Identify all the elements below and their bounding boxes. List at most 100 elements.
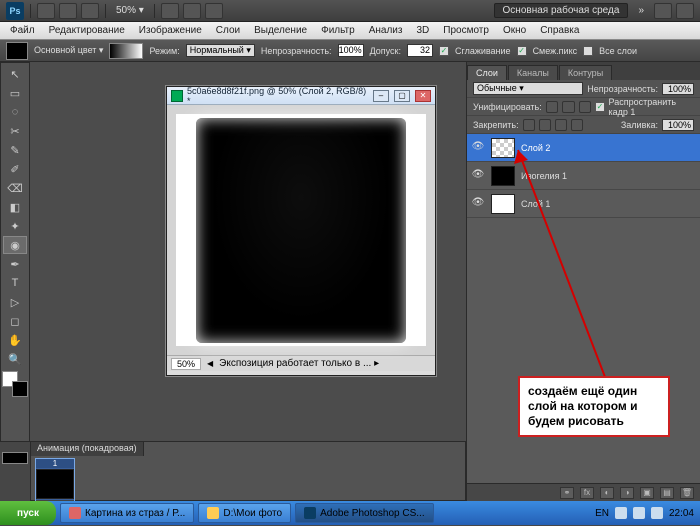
contiguous-checkbox[interactable]: ✓ bbox=[517, 46, 527, 56]
menu-file[interactable]: Файл bbox=[4, 23, 41, 38]
tab-paths[interactable]: Контуры bbox=[559, 65, 612, 80]
menu-filter[interactable]: Фильтр bbox=[315, 23, 361, 38]
lock-pos-icon[interactable] bbox=[555, 119, 567, 131]
fill-input[interactable]: 100% bbox=[662, 119, 694, 131]
background-swatch[interactable] bbox=[12, 381, 28, 397]
lock-all-icon[interactable] bbox=[571, 119, 583, 131]
mask-icon[interactable]: ◐ bbox=[600, 487, 614, 499]
layer-opacity-input[interactable]: 100% bbox=[662, 83, 694, 95]
lang-indicator[interactable]: EN bbox=[595, 508, 609, 519]
group-icon[interactable]: ▣ bbox=[640, 487, 654, 499]
tolerance-input[interactable]: 32 bbox=[407, 44, 433, 57]
tool-marquee[interactable]: ▭ bbox=[3, 84, 27, 102]
menu-view[interactable]: Просмотр bbox=[437, 23, 495, 38]
menu-3d[interactable]: 3D bbox=[410, 23, 435, 38]
adjustment-icon[interactable]: ◑ bbox=[620, 487, 634, 499]
visibility-icon[interactable]: 👁 bbox=[471, 169, 485, 183]
lock-pixels-icon[interactable] bbox=[539, 119, 551, 131]
layer-row[interactable]: 👁 Изогелия 1 bbox=[467, 162, 700, 190]
mode-label: Режим: bbox=[149, 46, 179, 56]
doc-maximize-icon[interactable]: ▢ bbox=[394, 90, 410, 102]
trash-icon[interactable]: 🗑 bbox=[680, 487, 694, 499]
tool-eyedrop[interactable]: ✎ bbox=[3, 141, 27, 159]
tool-eraser[interactable]: ⌫ bbox=[3, 179, 27, 197]
option-swatch[interactable] bbox=[6, 42, 28, 60]
visibility-icon[interactable]: 👁 bbox=[471, 197, 485, 211]
unify-style-icon[interactable] bbox=[579, 101, 592, 113]
bridge-icon[interactable] bbox=[37, 3, 55, 19]
alllayers-checkbox[interactable] bbox=[583, 46, 593, 56]
tool-brush[interactable]: ✐ bbox=[3, 160, 27, 178]
document-titlebar[interactable]: 5c0a6e8d8f21f.png @ 50% (Слой 2, RGB/8) … bbox=[167, 87, 435, 105]
propagate-checkbox[interactable]: ✓ bbox=[595, 102, 604, 112]
menu-edit[interactable]: Редактирование bbox=[43, 23, 131, 38]
tool-pen[interactable]: ✒ bbox=[3, 255, 27, 273]
fg-bg-swatches[interactable] bbox=[2, 371, 28, 397]
tool-zoom[interactable]: 🔍 bbox=[3, 350, 27, 368]
doc-minimize-icon[interactable]: – bbox=[373, 90, 389, 102]
mode-select[interactable]: Нормальный ▾ bbox=[186, 44, 255, 57]
toolbox: ↖ ▭ ◌ ✂ ✎ ✐ ⌫ ◧ ✦ ◉ ✒ T ▷ ◻ ✋ 🔍 bbox=[0, 62, 30, 442]
zoom-select[interactable]: 50% ▾ bbox=[112, 5, 148, 16]
restore-app-icon[interactable] bbox=[676, 3, 694, 19]
document-canvas[interactable] bbox=[167, 105, 435, 355]
tool-gradient[interactable]: ◧ bbox=[3, 198, 27, 216]
layer-name[interactable]: Слой 2 bbox=[521, 143, 696, 153]
tool-dodge[interactable]: ◉ bbox=[3, 236, 27, 254]
visibility-icon[interactable]: 👁 bbox=[471, 141, 485, 155]
menu-layers[interactable]: Слои bbox=[210, 23, 246, 38]
tray-icon[interactable] bbox=[633, 507, 645, 519]
layer-name[interactable]: Слой 1 bbox=[521, 199, 696, 209]
clock[interactable]: 22:04 bbox=[669, 508, 694, 519]
tool-move[interactable]: ↖ bbox=[3, 65, 27, 83]
color-swatch-left[interactable] bbox=[2, 452, 28, 464]
doc-zoom-input[interactable]: 50% bbox=[171, 358, 201, 370]
taskbar-item[interactable]: Картина из страз / Р... bbox=[60, 503, 194, 523]
doc-close-icon[interactable]: ✕ bbox=[415, 90, 431, 102]
start-button[interactable]: пуск bbox=[0, 501, 56, 525]
tab-layers[interactable]: Слои bbox=[467, 65, 507, 80]
tool-lasso[interactable]: ◌ bbox=[3, 103, 27, 121]
taskbar-item[interactable]: D:\Мои фото bbox=[198, 503, 291, 523]
menu-window[interactable]: Окно bbox=[497, 23, 532, 38]
blend-select[interactable]: Обычные ▾ bbox=[473, 82, 583, 95]
menu-help[interactable]: Справка bbox=[534, 23, 585, 38]
chevron-double-icon[interactable]: » bbox=[638, 5, 644, 16]
tool-text[interactable]: T bbox=[3, 274, 27, 292]
tool-blur[interactable]: ✦ bbox=[3, 217, 27, 235]
layer-name[interactable]: Изогелия 1 bbox=[521, 171, 696, 181]
tray-icon[interactable] bbox=[615, 507, 627, 519]
tool-path[interactable]: ▷ bbox=[3, 293, 27, 311]
rotate-icon[interactable] bbox=[183, 3, 201, 19]
tray-icon[interactable] bbox=[651, 507, 663, 519]
unify-vis-icon[interactable] bbox=[562, 101, 575, 113]
animation-tab[interactable]: Анимация (покадровая) bbox=[31, 442, 144, 456]
workspace-switcher[interactable]: Основная рабочая среда bbox=[494, 3, 629, 18]
layout-icon[interactable] bbox=[59, 3, 77, 19]
gradient-swatch[interactable] bbox=[109, 43, 143, 59]
menu-select[interactable]: Выделение bbox=[248, 23, 313, 38]
new-layer-icon[interactable]: ▤ bbox=[660, 487, 674, 499]
taskbar-item[interactable]: Adobe Photoshop CS... bbox=[295, 503, 434, 523]
menu-analysis[interactable]: Анализ bbox=[363, 23, 409, 38]
menu-image[interactable]: Изображение bbox=[133, 23, 208, 38]
arrange-icon[interactable] bbox=[205, 3, 223, 19]
link-icon[interactable]: ⚭ bbox=[560, 487, 574, 499]
lock-trans-icon[interactable] bbox=[523, 119, 535, 131]
unify-pos-icon[interactable] bbox=[546, 101, 559, 113]
tool-hand[interactable]: ✋ bbox=[3, 331, 27, 349]
document-icon bbox=[171, 90, 183, 102]
tool-shape[interactable]: ◻ bbox=[3, 312, 27, 330]
layer-row[interactable]: 👁 Слой 1 bbox=[467, 190, 700, 218]
tab-channels[interactable]: Каналы bbox=[508, 65, 558, 80]
swatch-label[interactable]: Основной цвет ▾ bbox=[34, 45, 103, 56]
screen-icon[interactable] bbox=[81, 3, 99, 19]
fx-icon[interactable]: fx bbox=[580, 487, 594, 499]
smoothing-checkbox[interactable]: ✓ bbox=[439, 46, 449, 56]
layer-row[interactable]: 👁 Слой 2 bbox=[467, 134, 700, 162]
tool-crop[interactable]: ✂ bbox=[3, 122, 27, 140]
opacity-input[interactable]: 100% bbox=[338, 44, 364, 57]
hand-icon[interactable] bbox=[161, 3, 179, 19]
workspace-stage: 5c0a6e8d8f21f.png @ 50% (Слой 2, RGB/8) … bbox=[30, 62, 466, 442]
minimize-app-icon[interactable] bbox=[654, 3, 672, 19]
